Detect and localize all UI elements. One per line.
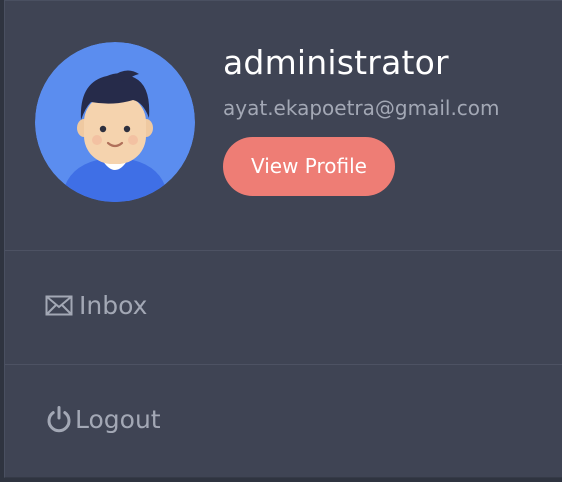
user-dropdown-menu: administrator ayat.ekapoetra@gmail.com V… <box>4 0 562 478</box>
avatar <box>35 42 195 202</box>
user-name: administrator <box>223 43 449 82</box>
menu-item-logout[interactable]: Logout <box>5 365 562 479</box>
view-profile-button[interactable]: View Profile <box>223 137 395 196</box>
power-icon <box>45 405 73 433</box>
menu-item-inbox[interactable]: Inbox <box>5 251 562 365</box>
menu-item-label: Logout <box>75 405 161 434</box>
envelope-icon <box>45 292 73 320</box>
menu-item-label: Inbox <box>79 291 148 320</box>
profile-header: administrator ayat.ekapoetra@gmail.com V… <box>5 1 562 251</box>
user-email: ayat.ekapoetra@gmail.com <box>223 96 500 120</box>
person-avatar-icon <box>35 42 195 202</box>
